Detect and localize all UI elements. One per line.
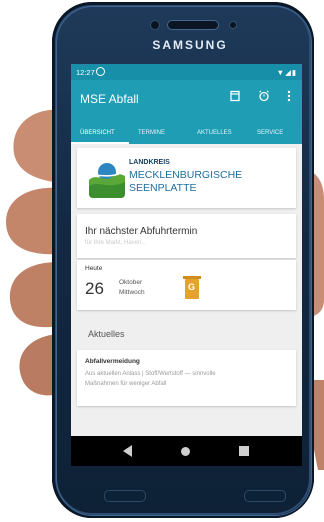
district-logo-card: LANDKREIS MECKLENBURGISCHE SEENPLATTE	[77, 148, 296, 208]
back-icon[interactable]	[123, 445, 132, 457]
tab-termine[interactable]: TERMINE	[138, 130, 165, 136]
logo-line-3: SEENPLATTE	[129, 182, 197, 194]
home-icon[interactable]	[181, 447, 190, 456]
tab-uebersicht[interactable]: ÜBERSICHT	[80, 130, 115, 136]
recent-apps-icon[interactable]	[239, 446, 249, 456]
status-time: 12:27	[76, 68, 95, 77]
main-content: LANDKREIS MECKLENBURGISCHE SEENPLATTE Ih…	[71, 144, 302, 436]
signal-battery-icon: ▼◢▮	[276, 68, 297, 77]
date-heading: Heute	[85, 265, 103, 272]
date-weekday: Mittwoch	[119, 289, 145, 296]
district-logo-icon	[89, 158, 125, 198]
status-bar: 12:27 ▼◢▮	[71, 64, 302, 80]
logo-line-2: MECKLENBURGISCHE	[129, 169, 243, 181]
front-camera-icon	[150, 20, 160, 30]
android-nav-bar	[71, 436, 302, 466]
next-pickup-card[interactable]: Ihr nächster Abfuhrtermin für Ihre Markt…	[77, 214, 296, 258]
tab-aktuelles[interactable]: AKTUELLES	[197, 130, 232, 136]
news-headline: Abfallvermeidung	[85, 358, 140, 365]
brand-logo: SAMSUNG	[152, 38, 228, 52]
hardware-back-key	[244, 490, 286, 502]
tab-service[interactable]: SERVICE	[257, 130, 283, 136]
hardware-recent-key	[104, 490, 146, 502]
date-month: Oktober	[119, 279, 143, 286]
app-bar: MSE Abfall	[71, 80, 302, 128]
news-text-line-1: Aus aktuellen Anlass | Stoff/Wertstoff —…	[85, 371, 216, 377]
news-text-line-2: Maßnahmen für weniger Abfall	[85, 381, 167, 387]
news-section-title: Aktuelles	[88, 329, 125, 339]
pickup-date-card[interactable]: Heute 26 Oktober Mittwoch	[77, 260, 296, 310]
more-vert-icon[interactable]	[281, 90, 297, 106]
photo-scene: SAMSUNG 12:27 ▼◢▮ MSE Abfall ÜBERSICHT T…	[0, 0, 324, 522]
calendar-icon[interactable]	[227, 90, 243, 106]
news-card[interactable]: Abfallvermeidung Aus aktuellen Anlass | …	[77, 350, 296, 406]
app-title: MSE Abfall	[80, 92, 139, 106]
waste-bin-icon	[183, 276, 201, 299]
phone-screen: 12:27 ▼◢▮ MSE Abfall ÜBERSICHT TERMINE A…	[71, 64, 302, 466]
earpiece-speaker	[167, 20, 219, 30]
alarm-icon[interactable]	[256, 90, 272, 106]
logo-line-1: LANDKREIS	[129, 159, 170, 166]
next-pickup-title: Ihr nächster Abfuhrtermin	[85, 226, 198, 237]
sensor-icon	[229, 21, 237, 29]
tab-bar: ÜBERSICHT TERMINE AKTUELLES SERVICE	[71, 128, 302, 144]
next-pickup-subtitle: für Ihre Markt, Haven...	[85, 240, 147, 246]
screen-record-icon	[96, 67, 105, 76]
date-day: 26	[85, 279, 104, 298]
